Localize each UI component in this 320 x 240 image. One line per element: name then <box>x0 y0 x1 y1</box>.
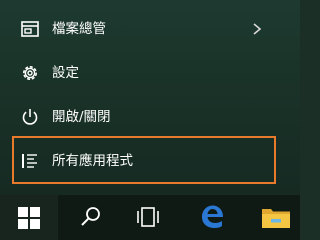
menu-item-label: 檔案總管 <box>52 21 106 37</box>
folder-explorer-icon <box>20 19 40 39</box>
menu-item-settings[interactable]: 設定 <box>0 54 300 92</box>
edge-browser-icon <box>190 195 234 240</box>
taskbar <box>0 195 300 240</box>
menu-item-all-apps[interactable]: 所有應用程式 <box>0 142 300 180</box>
menu-item-label: 所有應用程式 <box>52 153 133 169</box>
start-button[interactable] <box>0 195 58 240</box>
windows-logo-icon <box>0 195 58 240</box>
power-icon <box>20 107 40 127</box>
folder-icon <box>254 195 298 240</box>
gear-icon <box>20 63 40 83</box>
menu-item-label: 設定 <box>52 65 79 81</box>
chevron-right-icon[interactable] <box>250 21 264 37</box>
list-icon <box>20 151 40 171</box>
menu-item-file-explorer[interactable]: 檔案總管 <box>0 10 300 48</box>
search-icon <box>68 195 112 240</box>
search-button[interactable] <box>68 195 112 240</box>
start-menu: 檔案總管 設定 開啟/關閉 所有應用程式 <box>0 0 300 195</box>
file-explorer-button[interactable] <box>254 195 298 240</box>
menu-item-label: 開啟/關閉 <box>52 109 111 125</box>
menu-item-power[interactable]: 開啟/關閉 <box>0 98 300 136</box>
edge-browser-button[interactable] <box>190 195 234 240</box>
task-view-icon <box>126 195 170 240</box>
task-view-button[interactable] <box>126 195 170 240</box>
